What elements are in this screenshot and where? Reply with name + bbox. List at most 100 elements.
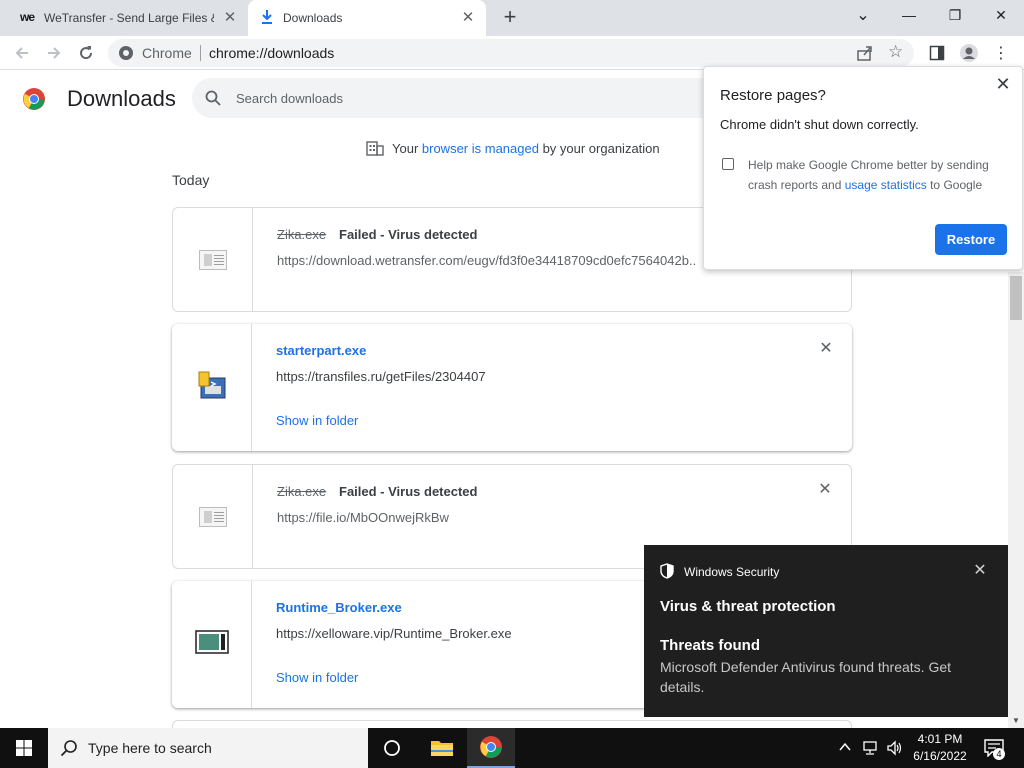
windows-logo-icon bbox=[16, 740, 32, 756]
remove-item-close-icon[interactable]: ✕ bbox=[817, 482, 833, 498]
crash-reports-checkbox[interactable] bbox=[722, 158, 734, 170]
wetransfer-logo-icon: we bbox=[20, 10, 35, 24]
more-menu-icon[interactable]: ⋮ bbox=[990, 42, 1012, 64]
file-icon-cell bbox=[173, 465, 253, 568]
remove-item-close-icon[interactable]: ✕ bbox=[818, 341, 834, 357]
download-item: starterpart.exe https://transfiles.ru/ge… bbox=[172, 324, 852, 451]
close-icon[interactable]: ✕ bbox=[994, 75, 1012, 93]
forward-button[interactable] bbox=[41, 40, 67, 66]
tab-title: WeTransfer - Send Large Files & Share Ph… bbox=[44, 11, 214, 25]
task-view-button[interactable] bbox=[368, 728, 416, 768]
executable-icon bbox=[194, 629, 229, 660]
taskbar-search[interactable] bbox=[48, 728, 368, 768]
download-status: Failed - Virus detected bbox=[339, 484, 478, 499]
download-url[interactable]: https://download.wetransfer.com/eugv/fd3… bbox=[277, 253, 697, 268]
tab-strip: we WeTransfer - Send Large Files & Share… bbox=[0, 0, 1024, 36]
toast-subtitle: Threats found bbox=[660, 637, 760, 654]
download-item-partial bbox=[172, 720, 852, 728]
file-icon-cell bbox=[172, 581, 252, 708]
clock-time: 4:01 PM bbox=[917, 732, 963, 746]
restore-button[interactable]: Restore bbox=[935, 224, 1007, 255]
windows-security-toast[interactable]: Windows Security ✕ Virus & threat protec… bbox=[644, 545, 1008, 717]
download-filename-link[interactable]: starterpart.exe bbox=[276, 343, 366, 358]
url-text[interactable]: chrome://downloads bbox=[209, 45, 334, 61]
action-center-button[interactable]: 4 bbox=[980, 736, 1008, 762]
tab-wetransfer[interactable]: we WeTransfer - Send Large Files & Share… bbox=[8, 0, 248, 36]
search-input[interactable] bbox=[236, 86, 716, 110]
reload-button[interactable] bbox=[73, 40, 99, 66]
installer-icon bbox=[195, 368, 229, 407]
show-in-folder-link[interactable]: Show in folder bbox=[276, 670, 358, 685]
chrome-app[interactable] bbox=[467, 728, 515, 768]
chrome-logo-icon bbox=[480, 736, 502, 758]
close-window-button[interactable]: ✕ bbox=[978, 0, 1024, 30]
network-icon[interactable] bbox=[862, 740, 880, 761]
download-url[interactable]: https://transfiles.ru/getFiles/2304407 bbox=[276, 369, 696, 384]
scroll-down-arrow-icon[interactable]: ▼ bbox=[1012, 716, 1020, 725]
building-icon bbox=[366, 140, 384, 156]
clock-date: 6/16/2022 bbox=[913, 749, 967, 763]
section-label: Today bbox=[172, 172, 210, 188]
file-icon-cell bbox=[173, 208, 253, 311]
restore-window-button[interactable]: ❐ bbox=[932, 0, 978, 30]
system-clock[interactable]: 4:01 PM 6/16/2022 bbox=[910, 731, 970, 765]
omnibox[interactable]: Chrome chrome://downloads ☆ bbox=[108, 39, 914, 67]
bookmark-star-icon[interactable]: ☆ bbox=[888, 42, 903, 62]
chrome-logo-icon bbox=[22, 87, 46, 116]
download-url[interactable]: https://file.io/MbOOnwejRkBw bbox=[277, 510, 697, 525]
minimize-button[interactable]: — bbox=[886, 0, 932, 30]
restore-pages-dialog: Restore pages? ✕ Chrome didn't shut down… bbox=[703, 66, 1023, 270]
file-icon-cell bbox=[172, 324, 252, 451]
back-button[interactable] bbox=[9, 40, 35, 66]
start-button[interactable] bbox=[0, 728, 48, 768]
search-icon bbox=[60, 739, 78, 762]
download-filename: Zika.exe bbox=[277, 484, 327, 499]
download-filename-link[interactable]: Runtime_Broker.exe bbox=[276, 600, 402, 615]
managed-prefix: Your bbox=[392, 140, 422, 156]
tab-title: Downloads bbox=[283, 11, 343, 25]
show-in-folder-link[interactable]: Show in folder bbox=[276, 413, 358, 428]
help-suffix: to Google bbox=[926, 178, 983, 192]
download-icon bbox=[260, 9, 274, 28]
chevron-up-icon[interactable] bbox=[838, 740, 852, 759]
tab-downloads[interactable]: Downloads ✕ bbox=[248, 0, 486, 36]
close-icon[interactable]: ✕ bbox=[222, 10, 238, 26]
managed-notice: Your browser is managed by your organiza… bbox=[366, 140, 660, 156]
scrollbar[interactable]: ▼ bbox=[1008, 272, 1024, 728]
dialog-title: Restore pages? bbox=[720, 87, 826, 104]
toast-app-name: Windows Security bbox=[684, 565, 780, 579]
file-icon bbox=[198, 249, 227, 270]
new-tab-button[interactable]: + bbox=[498, 4, 522, 30]
omnibox-divider bbox=[200, 45, 201, 61]
scroll-thumb[interactable] bbox=[1010, 276, 1022, 320]
taskbar-search-input[interactable] bbox=[88, 738, 358, 758]
download-status: Failed - Virus detected bbox=[339, 227, 478, 242]
profile-avatar-icon[interactable] bbox=[958, 42, 980, 64]
toast-body: Microsoft Defender Antivirus found threa… bbox=[660, 659, 952, 695]
chrome-icon bbox=[118, 45, 134, 64]
browser-managed-link[interactable]: browser is managed bbox=[422, 141, 539, 156]
page-title: Downloads bbox=[67, 86, 176, 111]
crash-reports-label: Help make Google Chrome better by sendin… bbox=[748, 155, 1008, 195]
volume-icon[interactable] bbox=[886, 740, 904, 761]
side-panel-icon[interactable] bbox=[926, 42, 948, 64]
download-filename: Zika.exe bbox=[277, 227, 327, 242]
search-box[interactable] bbox=[192, 78, 752, 118]
usage-statistics-link[interactable]: usage statistics bbox=[845, 178, 927, 192]
download-url[interactable]: https://xelloware.vip/Runtime_Broker.exe bbox=[276, 626, 696, 641]
close-icon[interactable]: ✕ bbox=[972, 563, 988, 579]
managed-suffix: by your organization bbox=[538, 140, 660, 156]
tab-search-chevron-icon[interactable]: ⌄ bbox=[840, 0, 886, 30]
taskbar: 4:01 PM 6/16/2022 4 bbox=[0, 728, 1024, 768]
folder-icon bbox=[431, 741, 453, 756]
file-explorer-app[interactable] bbox=[418, 728, 466, 768]
file-icon bbox=[198, 506, 227, 527]
toast-title: Virus & threat protection bbox=[660, 598, 836, 615]
share-icon[interactable] bbox=[856, 44, 874, 65]
origin-label: Chrome bbox=[142, 45, 192, 61]
shield-icon bbox=[660, 563, 674, 584]
search-icon bbox=[205, 90, 221, 111]
close-icon[interactable]: ✕ bbox=[460, 10, 476, 26]
toolbar: Chrome chrome://downloads ☆ ⋮ bbox=[0, 36, 1024, 70]
notification-badge: 4 bbox=[993, 748, 1005, 760]
